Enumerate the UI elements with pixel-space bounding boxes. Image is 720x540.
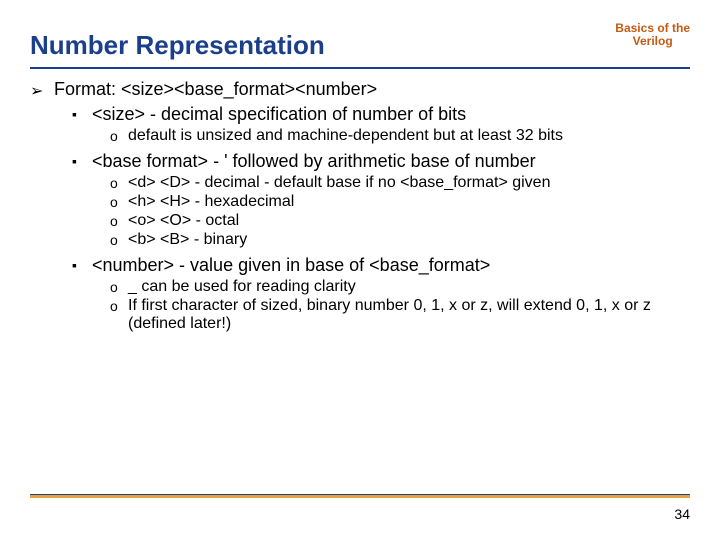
footer-rule (30, 494, 690, 498)
base-sub-2: <o> <O> - octal (110, 212, 690, 230)
title-rule (30, 67, 690, 69)
bullet-format: Format: <size><base_format><number> <siz… (30, 79, 690, 333)
base-sub-1: <h> <H> - hexadecimal (110, 193, 690, 211)
slide-content: Format: <size><base_format><number> <siz… (30, 79, 690, 333)
number-sub-0: _ can be used for reading clarity (110, 278, 690, 296)
base-sub-3: <b> <B> - binary (110, 231, 690, 249)
bullet-baseformat-text: <base format> - ' followed by arithmetic… (92, 151, 536, 171)
bullet-number-text: <number> - value given in base of <base_… (92, 255, 490, 275)
slide-subtitle: Basics of the Verilog (615, 22, 690, 48)
number-sub-1: If first character of sized, binary numb… (110, 297, 690, 333)
format-text: Format: <size><base_format><number> (54, 79, 377, 99)
bullet-number: <number> - value given in base of <base_… (72, 255, 690, 333)
bullet-size: <size> - decimal specification of number… (72, 104, 690, 145)
page-number: 34 (674, 506, 690, 522)
size-sub-0: default is unsized and machine-dependent… (110, 127, 690, 145)
slide-title: Number Representation (30, 30, 325, 61)
bullet-size-text: <size> - decimal specification of number… (92, 104, 466, 124)
slide-header: Number Representation Basics of the Veri… (30, 18, 690, 61)
bullet-baseformat: <base format> - ' followed by arithmetic… (72, 151, 690, 249)
base-sub-0: <d> <D> - decimal - default base if no <… (110, 174, 690, 192)
subtitle-line-1: Basics of the (615, 21, 690, 35)
subtitle-line-2: Verilog (633, 34, 673, 48)
